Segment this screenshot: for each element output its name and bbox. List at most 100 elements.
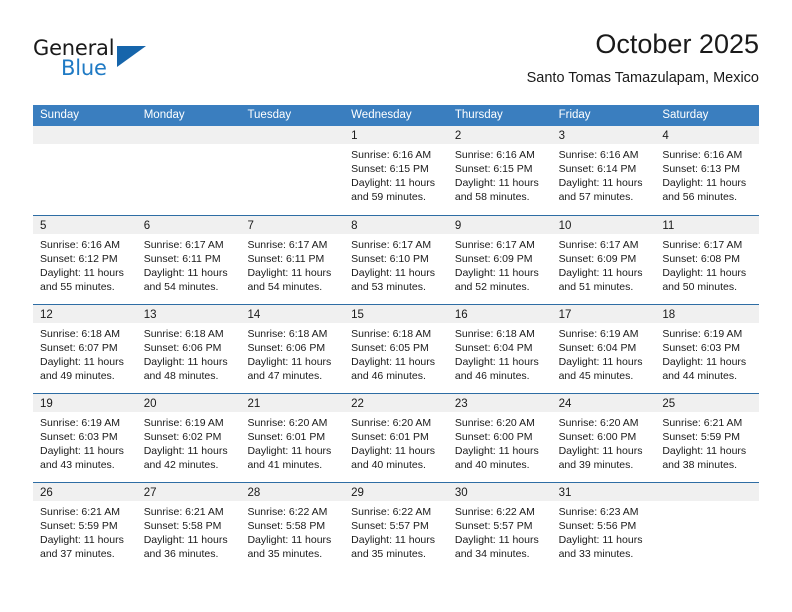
day-detail-line: Sunrise: 6:18 AM xyxy=(40,328,120,340)
calendar-week-row: 12 Sunrise: 6:18 AM Sunset: 6:07 PM Dayligh… xyxy=(33,304,760,393)
calendar-day-cell[interactable]: 24 Sunrise: 6:20 AM Sunset: 6:00 PM Dayligh… xyxy=(551,394,656,482)
calendar-day-cell[interactable]: 11 Sunrise: 6:17 AM Sunset: 6:08 PM Dayligh… xyxy=(655,216,760,304)
calendar-day-cell[interactable]: 15 Sunrise: 6:18 AM Sunset: 6:05 PM Dayligh… xyxy=(344,305,448,393)
calendar-day-cell[interactable]: 22 Sunrise: 6:20 AM Sunset: 6:01 PM Dayligh… xyxy=(344,394,448,482)
calendar-day-cell[interactable]: 14 Sunrise: 6:18 AM Sunset: 6:06 PM Dayligh… xyxy=(240,305,345,393)
day-number: 18 xyxy=(662,309,676,321)
day-detail-line: Sunrise: 6:17 AM xyxy=(351,239,432,251)
day-detail-line: and 46 minutes. xyxy=(351,370,426,382)
day-number-band: 24 xyxy=(551,394,656,412)
calendar-day-cell[interactable]: 8 Sunrise: 6:17 AM Sunset: 6:10 PM Daylight… xyxy=(344,216,448,304)
day-number-band: 3 xyxy=(551,126,656,144)
day-number-band: 28 xyxy=(240,483,345,501)
day-number-band: 19 xyxy=(33,394,137,412)
day-detail-line: Sunset: 6:06 PM xyxy=(143,342,222,354)
day-detail-line: Daylight: 11 hours xyxy=(351,356,436,368)
day-details: Sunrise: 6:18 AM Sunset: 6:07 PM Daylight:… xyxy=(33,323,137,383)
day-detail-line: Sunrise: 6:18 AM xyxy=(247,328,328,340)
calendar-day-cell[interactable]: 7 Sunrise: 6:17 AM Sunset: 6:11 PM Daylight… xyxy=(240,216,345,304)
day-number: 6 xyxy=(143,220,151,232)
calendar-day-cell[interactable]: 6 Sunrise: 6:17 AM Sunset: 6:11 PM Daylight… xyxy=(136,216,241,304)
day-detail-line: Daylight: 11 hours xyxy=(454,177,539,189)
day-number-band: 9 xyxy=(447,216,552,234)
calendar-day-cell[interactable]: 17 Sunrise: 6:19 AM Sunset: 6:04 PM Dayligh… xyxy=(551,305,656,393)
day-detail-line: Sunset: 5:57 PM xyxy=(454,520,533,532)
day-details: Sunrise: 6:18 AM Sunset: 6:06 PM Daylight:… xyxy=(137,323,241,383)
day-details: Sunrise: 6:20 AM Sunset: 6:00 PM Daylight:… xyxy=(448,412,552,472)
page-subtitle: Santo Tomas Tamazulapam, Mexico xyxy=(526,70,759,86)
day-detail-line: and 35 minutes. xyxy=(351,548,426,560)
day-number: 12 xyxy=(40,309,53,321)
calendar-day-cell[interactable]: 31 Sunrise: 6:23 AM Sunset: 5:56 PM Dayligh… xyxy=(551,483,656,571)
day-detail-line: Sunset: 5:59 PM xyxy=(662,431,740,443)
day-detail-line: and 33 minutes. xyxy=(558,548,634,560)
calendar-day-cell[interactable]: 20 Sunrise: 6:19 AM Sunset: 6:02 PM Dayligh… xyxy=(136,394,241,482)
day-number-band: 12 xyxy=(33,305,137,323)
day-number-band: 8 xyxy=(344,216,448,234)
day-detail-line: and 54 minutes. xyxy=(143,281,219,293)
day-detail-line: Daylight: 11 hours xyxy=(143,445,228,457)
day-detail-line: and 57 minutes. xyxy=(558,191,634,203)
day-detail-line: Daylight: 11 hours xyxy=(454,534,539,546)
day-detail-line: Daylight: 11 hours xyxy=(558,356,643,368)
day-number-band: 14 xyxy=(240,305,345,323)
day-details: Sunrise: 6:17 AM Sunset: 6:08 PM Daylight:… xyxy=(655,234,759,294)
day-number: 31 xyxy=(558,487,572,499)
day-detail-line: Daylight: 11 hours xyxy=(351,267,436,279)
day-detail-line: Daylight: 11 hours xyxy=(143,534,228,546)
day-detail-line: Sunset: 6:01 PM xyxy=(247,431,326,443)
day-details: Sunrise: 6:18 AM Sunset: 6:06 PM Daylight:… xyxy=(240,323,344,383)
calendar-day-cell[interactable]: 3 Sunrise: 6:16 AM Sunset: 6:14 PM Daylight… xyxy=(551,126,656,215)
calendar-day-cell[interactable]: 4 Sunrise: 6:16 AM Sunset: 6:13 PM Daylight… xyxy=(655,126,760,215)
day-details: Sunrise: 6:22 AM Sunset: 5:58 PM Daylight:… xyxy=(240,501,344,561)
day-detail-line: and 34 minutes. xyxy=(454,548,530,560)
day-detail-line: Daylight: 11 hours xyxy=(662,267,747,279)
calendar-day-cell[interactable]: 12 Sunrise: 6:18 AM Sunset: 6:07 PM Dayligh… xyxy=(33,305,137,393)
day-number: 20 xyxy=(143,398,157,410)
calendar-week-row: 1 Sunrise: 6:16 AM Sunset: 6:15 PM Daylight… xyxy=(33,126,760,215)
day-detail-line: and 47 minutes. xyxy=(247,370,323,382)
day-detail-line: Sunrise: 6:16 AM xyxy=(558,149,639,161)
day-details: Sunrise: 6:22 AM Sunset: 5:57 PM Daylight:… xyxy=(448,501,552,561)
calendar-day-cell[interactable]: 26 Sunrise: 6:21 AM Sunset: 5:59 PM Dayligh… xyxy=(33,483,137,571)
calendar-day-cell[interactable]: 27 Sunrise: 6:21 AM Sunset: 5:58 PM Dayligh… xyxy=(136,483,241,571)
day-detail-line: Sunrise: 6:20 AM xyxy=(454,417,535,429)
calendar-day-cell[interactable]: 21 Sunrise: 6:20 AM Sunset: 6:01 PM Dayligh… xyxy=(240,394,345,482)
day-detail-line: Sunset: 6:13 PM xyxy=(662,163,740,175)
day-detail-line: Daylight: 11 hours xyxy=(247,267,332,279)
weekday-header-thursday: Thursday xyxy=(454,109,503,121)
calendar-day-cell[interactable]: 16 Sunrise: 6:18 AM Sunset: 6:04 PM Dayligh… xyxy=(447,305,552,393)
calendar-day-cell[interactable]: 13 Sunrise: 6:18 AM Sunset: 6:06 PM Dayligh… xyxy=(136,305,241,393)
day-details: Sunrise: 6:17 AM Sunset: 6:09 PM Daylight:… xyxy=(552,234,656,294)
calendar-day-cell[interactable]: 2 Sunrise: 6:16 AM Sunset: 6:15 PM Daylight… xyxy=(447,126,552,215)
calendar-day-cell[interactable]: 25 Sunrise: 6:21 AM Sunset: 5:59 PM Dayligh… xyxy=(655,394,760,482)
day-number-band: 30 xyxy=(447,483,552,501)
day-detail-line: Sunrise: 6:16 AM xyxy=(662,149,743,161)
day-details: Sunrise: 6:17 AM Sunset: 6:11 PM Daylight:… xyxy=(137,234,241,294)
calendar-day-cell[interactable]: 28 Sunrise: 6:22 AM Sunset: 5:58 PM Dayligh… xyxy=(240,483,345,571)
day-number: 25 xyxy=(662,398,676,410)
day-detail-line: Sunrise: 6:16 AM xyxy=(40,239,120,251)
calendar-day-cell[interactable]: 9 Sunrise: 6:17 AM Sunset: 6:09 PM Daylight… xyxy=(447,216,552,304)
calendar-day-cell[interactable]: 30 Sunrise: 6:22 AM Sunset: 5:57 PM Dayligh… xyxy=(447,483,552,571)
day-details: Sunrise: 6:19 AM Sunset: 6:03 PM Daylight:… xyxy=(33,412,137,472)
day-number: 10 xyxy=(558,220,572,232)
calendar-day-cell-empty xyxy=(33,126,137,215)
day-detail-line: Sunset: 6:11 PM xyxy=(143,253,221,265)
calendar-day-cell[interactable]: 29 Sunrise: 6:22 AM Sunset: 5:57 PM Dayligh… xyxy=(344,483,448,571)
calendar-day-cell[interactable]: 18 Sunrise: 6:19 AM Sunset: 6:03 PM Dayligh… xyxy=(655,305,760,393)
day-details: Sunrise: 6:22 AM Sunset: 5:57 PM Daylight:… xyxy=(344,501,448,561)
day-number: 17 xyxy=(558,309,572,321)
general-blue-logo[interactable]: General Blue xyxy=(33,36,233,88)
calendar-day-cell[interactable]: 10 Sunrise: 6:17 AM Sunset: 6:09 PM Dayligh… xyxy=(551,216,656,304)
calendar-day-cell[interactable]: 23 Sunrise: 6:20 AM Sunset: 6:00 PM Dayligh… xyxy=(447,394,552,482)
calendar-week-row: 26 Sunrise: 6:21 AM Sunset: 5:59 PM Dayligh… xyxy=(33,482,760,571)
calendar-day-cell[interactable]: 1 Sunrise: 6:16 AM Sunset: 6:15 PM Daylight… xyxy=(344,126,448,215)
calendar-day-cell[interactable]: 19 Sunrise: 6:19 AM Sunset: 6:03 PM Dayligh… xyxy=(33,394,137,482)
day-detail-line: and 44 minutes. xyxy=(662,370,738,382)
day-number-band: 6 xyxy=(136,216,241,234)
day-number-band: 11 xyxy=(655,216,760,234)
day-detail-line: Daylight: 11 hours xyxy=(247,445,332,457)
day-detail-line: and 36 minutes. xyxy=(143,548,219,560)
calendar-day-cell[interactable]: 5 Sunrise: 6:16 AM Sunset: 6:12 PM Daylight… xyxy=(33,216,137,304)
